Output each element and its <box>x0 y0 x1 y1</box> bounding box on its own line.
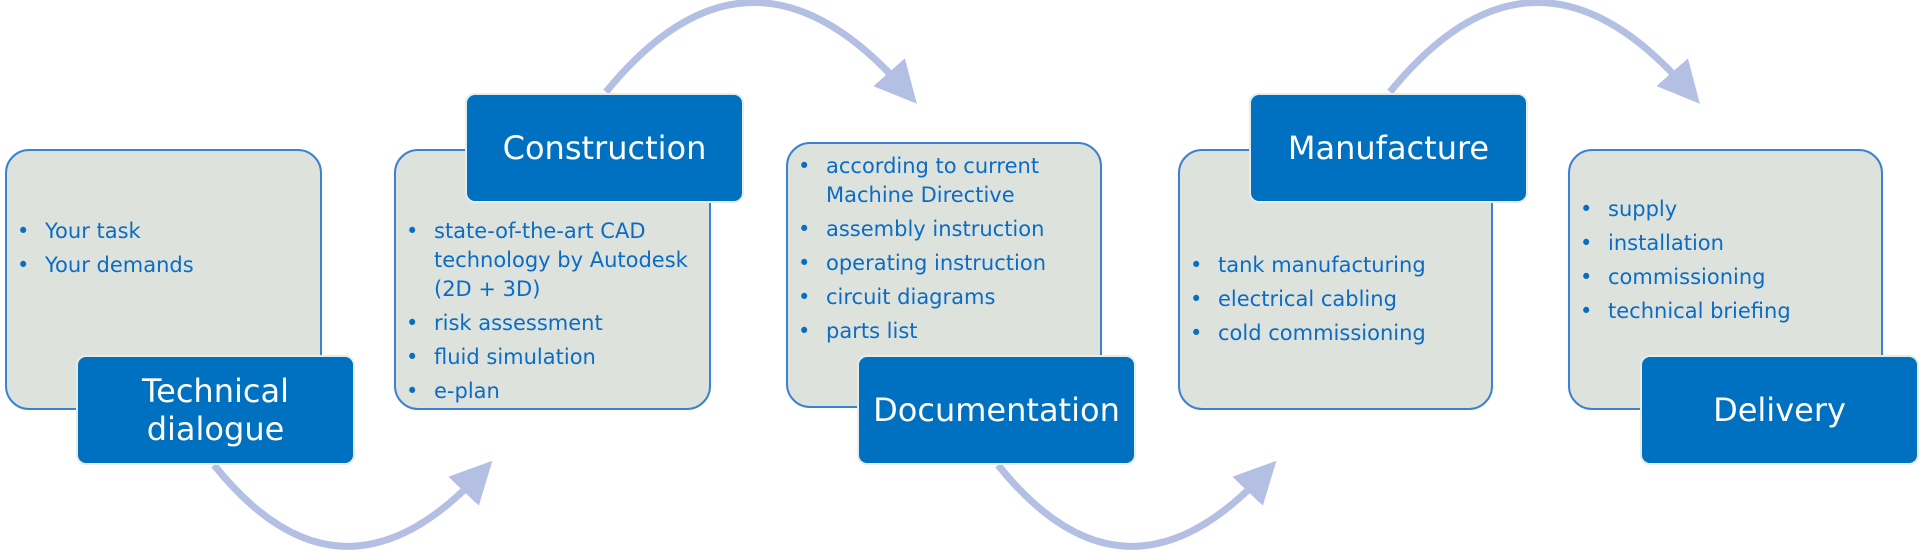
list-item: tank manufacturing <box>1190 251 1483 280</box>
list-item: parts list <box>798 317 1092 346</box>
step-title-technical-dialogue: Technical dialogue <box>76 355 355 465</box>
arrow-3-to-4 <box>995 460 1277 550</box>
list-item: risk assessment <box>406 309 701 338</box>
list-item: electrical cabling <box>1190 285 1483 314</box>
item-list: according to current Machine Directive a… <box>798 152 1092 351</box>
step-title-construction: Construction <box>465 93 744 203</box>
arrow-1-to-2 <box>211 460 493 550</box>
item-list: supply installation commissioning techni… <box>1580 195 1873 331</box>
step-title-documentation: Documentation <box>857 355 1136 465</box>
list-item: operating instruction <box>798 249 1092 278</box>
list-item: circuit diagrams <box>798 283 1092 312</box>
list-item: Your demands <box>17 251 312 280</box>
arrow-2-to-3 <box>603 0 917 104</box>
list-item: according to current Machine Directive <box>798 152 1092 210</box>
list-item: technical briefing <box>1580 297 1873 326</box>
list-item: state-of-the-art CAD technology by Autod… <box>406 217 701 304</box>
list-item: installation <box>1580 229 1873 258</box>
list-item: commissioning <box>1580 263 1873 292</box>
list-item: Your task <box>17 217 312 246</box>
list-item: assembly instruction <box>798 215 1092 244</box>
step-title-delivery: Delivery <box>1640 355 1919 465</box>
step-title-manufacture: Manufacture <box>1249 93 1528 203</box>
item-list: tank manufacturing electrical cabling co… <box>1190 251 1483 353</box>
list-item: cold commissioning <box>1190 319 1483 348</box>
item-list: state-of-the-art CAD technology by Autod… <box>406 217 701 411</box>
arrow-4-to-5 <box>1387 0 1700 104</box>
list-item: e-plan <box>406 377 701 406</box>
list-item: supply <box>1580 195 1873 224</box>
list-item: fluid simulation <box>406 343 701 372</box>
item-list: Your task Your demands <box>17 217 312 285</box>
